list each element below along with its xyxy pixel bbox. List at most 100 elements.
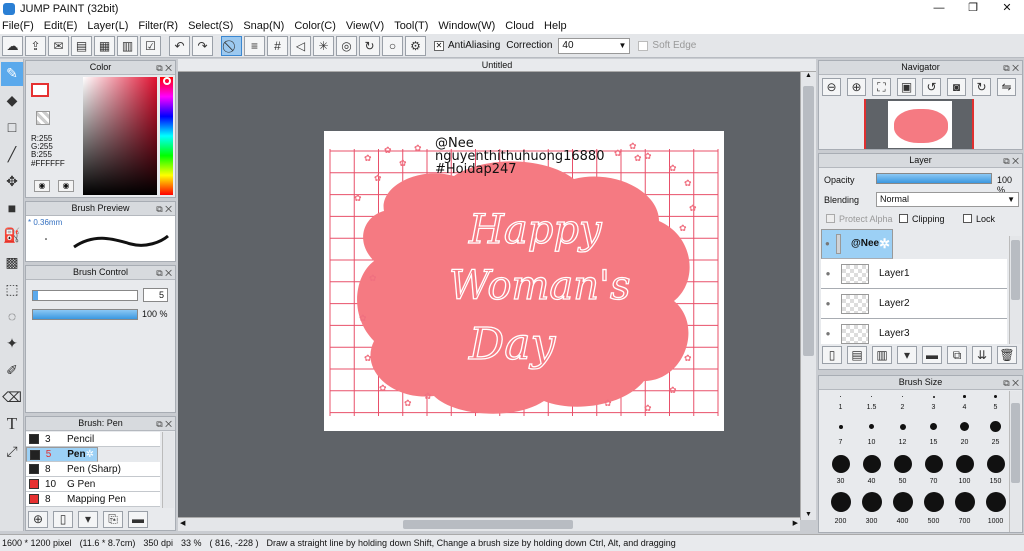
lasso-tool-icon[interactable]: ◌ <box>1 305 23 329</box>
merge-layer-icon[interactable]: ⇊ <box>972 346 992 364</box>
export-icon[interactable]: ⇪ <box>25 35 46 56</box>
layer-opacity-slider[interactable] <box>876 173 992 184</box>
vertical-scroll-thumb[interactable] <box>803 86 814 356</box>
brush-size-slider[interactable] <box>32 290 138 301</box>
brush-folder-icon[interactable]: ▬ <box>128 511 148 528</box>
actual-size-icon[interactable]: ▣ <box>897 78 916 96</box>
scroll-left-arrow[interactable]: ◀ <box>180 519 185 527</box>
fill-rect-tool-icon[interactable]: ■ <box>1 197 23 221</box>
canvas-horizontal-scrollbar[interactable]: ◀ ▶ <box>178 517 800 531</box>
bucket-tool-icon[interactable]: ⛽ <box>1 224 23 248</box>
comment-icon[interactable]: ✉ <box>48 35 69 56</box>
brush-opacity-slider[interactable] <box>32 309 138 320</box>
menu-select[interactable]: Select(S) <box>188 20 233 32</box>
message-icon[interactable]: ▤ <box>71 35 92 56</box>
brush-size-dot[interactable] <box>887 487 918 517</box>
layout-icon[interactable]: ▥ <box>117 35 138 56</box>
brush-size-dot[interactable] <box>949 390 980 403</box>
new-halftone-layer-icon[interactable]: ▤ <box>847 346 867 364</box>
panel-options-icon[interactable]: ⧉ ✕ <box>156 62 172 75</box>
snap-radial-icon[interactable]: ✳ <box>313 35 334 56</box>
eye-icon[interactable]: ● <box>825 237 830 251</box>
snap-settings-icon[interactable]: ⚙ <box>405 35 426 56</box>
document-tab[interactable]: Untitled <box>178 59 816 72</box>
snap-off-icon[interactable]: ⃠ <box>221 35 242 56</box>
snap-curve-icon[interactable]: ↻ <box>359 35 380 56</box>
brush-size-dot[interactable] <box>856 487 887 517</box>
brush-size-dot[interactable] <box>918 390 949 403</box>
lock-checkbox[interactable] <box>963 214 972 223</box>
brush-menu-icon[interactable]: ▾ <box>78 511 98 528</box>
rotate-left-icon[interactable]: ↺ <box>922 78 941 96</box>
delete-layer-icon[interactable]: 🗑 <box>997 346 1017 364</box>
brush-size-dot[interactable] <box>918 415 949 438</box>
menu-cloud[interactable]: Cloud <box>505 20 534 32</box>
canvas-vertical-scrollbar[interactable]: ▲ ▼ <box>800 72 816 520</box>
add-brush-icon[interactable]: ⊕ <box>28 511 48 528</box>
brush-size-dot[interactable] <box>980 487 1011 517</box>
select-rect-tool-icon[interactable]: ⬚ <box>1 278 23 302</box>
brush-size-dot[interactable] <box>825 415 856 438</box>
close-button[interactable]: ✕ <box>990 0 1024 17</box>
menu-file[interactable]: File(F) <box>2 20 34 32</box>
eye-icon[interactable]: ● <box>821 269 835 278</box>
eye-icon[interactable]: ● <box>821 299 835 308</box>
layer-list-scrollbar[interactable] <box>1009 236 1021 344</box>
brush-list-scrollbar[interactable] <box>162 432 174 508</box>
layer-row-selected[interactable]: ● @Nee ✲ <box>821 229 893 259</box>
gear-icon[interactable]: ✲ <box>86 448 94 462</box>
restore-button[interactable]: ❐ <box>956 0 990 17</box>
operation-tool-icon[interactable]: ⤢ <box>1 440 23 464</box>
menu-color[interactable]: Color(C) <box>294 20 336 32</box>
panel-options-icon[interactable]: ⧉ ✕ <box>1003 155 1019 168</box>
menu-filter[interactable]: Filter(R) <box>138 20 178 32</box>
layer-row[interactable]: ● Layer1 <box>821 259 1007 289</box>
brush-size-dot[interactable] <box>856 390 887 403</box>
rect-tool-icon[interactable]: □ <box>1 116 23 140</box>
brush-size-dot[interactable] <box>825 487 856 517</box>
menu-layer[interactable]: Layer(L) <box>87 20 128 32</box>
brush-size-dot[interactable] <box>825 450 856 477</box>
brush-size-dot[interactable] <box>980 390 1011 403</box>
copy-brush-icon[interactable]: ⎘ <box>103 511 123 528</box>
rotate-right-icon[interactable]: ↻ <box>972 78 991 96</box>
zoom-in-icon[interactable]: ⊕ <box>847 78 866 96</box>
zoom-out-icon[interactable]: ⊖ <box>822 78 841 96</box>
cloud-icon[interactable]: ☁ <box>2 35 23 56</box>
horizontal-scroll-thumb[interactable] <box>403 520 573 529</box>
snap-parallel-icon[interactable]: ≡ <box>244 35 265 56</box>
brush-size-dot[interactable] <box>887 390 918 403</box>
panel-options-icon[interactable]: ⧉ ✕ <box>1003 377 1019 390</box>
duplicate-layer-icon[interactable]: ⧉ <box>947 346 967 364</box>
brush-size-dot[interactable] <box>980 415 1011 438</box>
panel-options-icon[interactable]: ⧉ ✕ <box>156 267 172 280</box>
checklist-icon[interactable]: ☑ <box>140 35 161 56</box>
brush-size-dot[interactable] <box>856 450 887 477</box>
redo-icon[interactable]: ↷ <box>192 35 213 56</box>
correction-select[interactable]: 40 ▼ <box>558 37 631 54</box>
panel-options-icon[interactable]: ⧉ ✕ <box>1003 62 1019 75</box>
antialiasing-checkbox[interactable]: ✕ <box>434 40 444 51</box>
panel-options-icon[interactable]: ⧉ ✕ <box>156 418 172 431</box>
brush-size-dot[interactable] <box>887 415 918 438</box>
main-color-swatch[interactable] <box>31 83 49 97</box>
brush-size-scrollbar[interactable] <box>1009 391 1021 532</box>
brush-size-dot[interactable] <box>887 450 918 477</box>
move-tool-icon[interactable]: ✥ <box>1 170 23 194</box>
select-eraser-tool-icon[interactable]: ⌫ <box>1 386 23 410</box>
panel-options-icon[interactable]: ⧉ ✕ <box>156 203 172 216</box>
brush-size-value[interactable]: 5 <box>143 288 168 302</box>
soft-edge-checkbox[interactable] <box>638 40 649 51</box>
snap-circle-icon[interactable]: ◎ <box>336 35 357 56</box>
menu-snap[interactable]: Snap(N) <box>243 20 284 32</box>
undo-icon[interactable]: ↶ <box>169 35 190 56</box>
brush-size-dot[interactable] <box>980 450 1011 477</box>
canvas-area[interactable]: ✿ ✿ ✿ ✿ ✿ ✿ ✿ ✿ ✿ ✿ ✿ ✿ ✿ ✿ ✿ ✿ ✿ ✿ ✿ ✿ ✿ ✿ ✿ ✿ @Nee nguyenthit… <box>178 72 816 520</box>
brush-item[interactable]: 8 Mapping Pen <box>26 492 160 507</box>
scroll-down-arrow[interactable]: ▼ <box>801 511 816 518</box>
gear-icon[interactable]: ✲ <box>879 237 890 251</box>
menu-help[interactable]: Help <box>544 20 567 32</box>
gradient-tool-icon[interactable]: ▩ <box>1 251 23 275</box>
menu-edit[interactable]: Edit(E) <box>44 20 78 32</box>
protect-alpha-checkbox[interactable] <box>826 214 835 223</box>
